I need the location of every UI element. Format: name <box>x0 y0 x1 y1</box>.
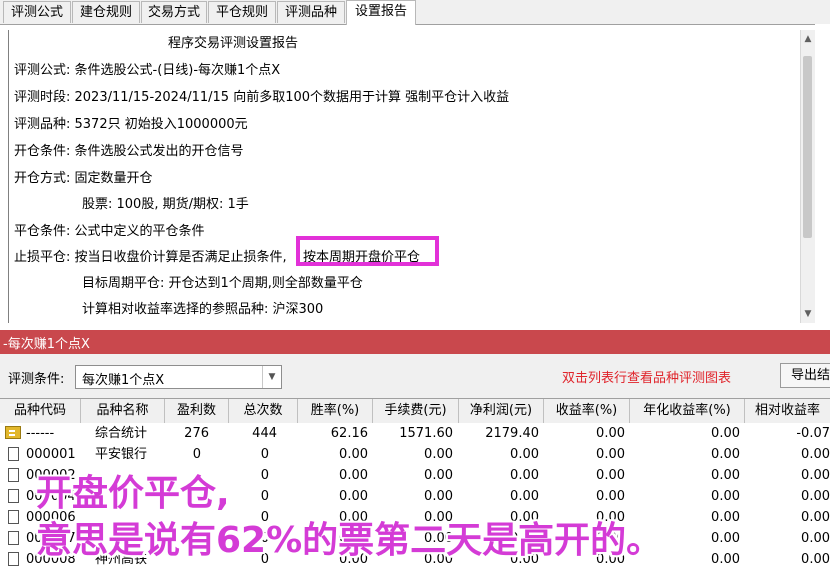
col-return[interactable]: 收益率(%) <box>544 399 630 423</box>
report-textarea[interactable]: 程序交易评测设置报告 评测公式: 条件选股公式-(日线)-每次赚1个点X 评测时… <box>8 30 801 323</box>
report-title: 程序交易评测设置报告 <box>168 36 299 51</box>
tab-trade-mode[interactable]: 交易方式 <box>141 1 207 23</box>
annotation-line-1: 开盘价平仓, <box>36 473 230 514</box>
results-panel-title-bar: -每次赚1个点X <box>0 330 830 354</box>
document-icon <box>8 552 19 566</box>
scroll-down-icon[interactable]: ▼ <box>801 307 815 321</box>
report-open-condition: 开仓条件: 条件选股公式发出的开仓信号 <box>14 144 244 159</box>
export-button[interactable]: 导出结 <box>780 363 830 388</box>
cell-win-rate: 0.00 <box>339 447 368 462</box>
cell-return: 0.00 <box>596 447 625 462</box>
double-click-hint: 双击列表行查看品种评测图表 <box>562 371 732 386</box>
condition-row: 评测条件: 每次赚1个点X ▼ 双击列表行查看品种评测图表 导出结 <box>0 354 830 398</box>
cell-return: 0.00 <box>596 468 625 483</box>
col-fee[interactable]: 手续费(元) <box>373 399 459 423</box>
cell-annual-return: 0.00 <box>711 468 740 483</box>
cell-win-rate: 0.00 <box>339 489 368 504</box>
tab-varieties[interactable]: 评测品种 <box>277 1 345 23</box>
results-table-header: 品种代码 品种名称 盈利数 总次数 胜率(%) 手续费(元) 净利润(元) 收益… <box>0 398 830 424</box>
condition-label: 评测条件: <box>8 372 65 387</box>
cell-relative-return: 0.00 <box>801 510 830 525</box>
cell-return: 0.00 <box>596 426 625 441</box>
document-icon <box>8 489 19 503</box>
document-icon <box>8 468 19 482</box>
report-varieties: 评测品种: 5372只 初始投入1000000元 <box>14 117 248 132</box>
cell-total: 0 <box>260 447 269 462</box>
cell-name: 综合统计 <box>95 426 148 441</box>
cell-total: 0 <box>260 468 269 483</box>
scroll-up-icon[interactable]: ▲ <box>801 32 815 46</box>
cell-fee: 0.00 <box>424 489 453 504</box>
document-icon <box>8 510 19 524</box>
table-row[interactable]: ------ 综合统计 276 444 62.16 1571.60 2179.4… <box>0 423 830 444</box>
report-close-condition: 平仓条件: 公式中定义的平仓条件 <box>14 224 205 239</box>
tab-bar: 评测公式 建仓规则 交易方式 平仓规则 评测品种 设置报告 <box>0 0 830 25</box>
col-total[interactable]: 总次数 <box>229 399 298 423</box>
condition-select[interactable]: 每次赚1个点X ▼ <box>75 365 282 389</box>
summary-icon <box>5 426 21 439</box>
results-panel-title: -每次赚1个点X <box>3 337 90 352</box>
report-open-mode: 开仓方式: 固定数量开仓 <box>14 171 153 186</box>
col-wins[interactable]: 盈利数 <box>165 399 229 423</box>
cell-annual-return: 0.00 <box>711 426 740 441</box>
col-code[interactable]: 品种代码 <box>0 399 81 423</box>
col-net-profit[interactable]: 净利润(元) <box>459 399 544 423</box>
tab-report[interactable]: 设置报告 <box>346 0 416 25</box>
cell-relative-return: 0.00 <box>801 447 830 462</box>
cell-code: 000001 <box>26 447 76 462</box>
cell-net-profit: 0.00 <box>510 489 539 504</box>
report-benchmark: 计算相对收益率选择的参照品种: 沪深300 <box>82 302 324 317</box>
report-stop-loss: 止损平仓: 按当日收盘价计算是否满足止损条件, <box>14 250 287 265</box>
tab-open-rule[interactable]: 建仓规则 <box>72 1 140 23</box>
scroll-thumb[interactable] <box>803 56 812 238</box>
tab-formula[interactable]: 评测公式 <box>3 1 71 23</box>
cell-return: 0.00 <box>596 489 625 504</box>
cell-annual-return: 0.00 <box>711 489 740 504</box>
col-annual-return[interactable]: 年化收益率(%) <box>630 399 745 423</box>
cell-relative-return: 0.00 <box>801 489 830 504</box>
cell-fee: 0.00 <box>424 468 453 483</box>
cell-net-profit: 2179.40 <box>485 426 539 441</box>
report-target-close: 目标周期平仓: 开仓达到1个周期,则全部数量平仓 <box>82 276 363 291</box>
table-row[interactable]: 000001 平安银行 0 0 0.00 0.00 0.00 0.00 0.00… <box>0 444 830 465</box>
cell-relative-return: 0.00 <box>801 468 830 483</box>
report-formula: 评测公式: 条件选股公式-(日线)-每次赚1个点X <box>14 63 281 78</box>
chevron-down-icon[interactable]: ▼ <box>262 366 281 388</box>
cell-fee: 0.00 <box>424 447 453 462</box>
cell-relative-return: -0.07 <box>796 426 830 441</box>
cell-relative-return: 0.00 <box>801 552 830 567</box>
cell-code: ------ <box>26 426 55 441</box>
document-icon <box>8 531 19 545</box>
cell-win-rate: 62.16 <box>330 426 368 441</box>
cell-total: 444 <box>252 426 277 441</box>
highlight-box <box>296 236 439 266</box>
col-win-rate[interactable]: 胜率(%) <box>298 399 373 423</box>
cell-annual-return: 0.00 <box>711 447 740 462</box>
cell-net-profit: 0.00 <box>510 468 539 483</box>
cell-name: 平安银行 <box>95 447 148 462</box>
cell-win-rate: 0.00 <box>339 468 368 483</box>
condition-select-value: 每次赚1个点X <box>82 373 165 388</box>
document-icon <box>8 447 19 461</box>
report-open-quantity: 股票: 100股, 期货/期权: 1手 <box>82 197 249 212</box>
cell-relative-return: 0.00 <box>801 531 830 546</box>
report-period: 评测时段: 2023/11/15-2024/11/15 向前多取100个数据用于… <box>14 90 510 105</box>
col-relative-return[interactable]: 相对收益率 <box>745 399 830 423</box>
right-strip <box>815 24 830 330</box>
cell-net-profit: 0.00 <box>510 447 539 462</box>
cell-fee: 1571.60 <box>399 426 453 441</box>
cell-wins: 0 <box>192 447 201 462</box>
col-name[interactable]: 品种名称 <box>81 399 165 423</box>
tab-close-rule[interactable]: 平仓规则 <box>208 1 276 23</box>
annotation-line-2: 意思是说有62%的票第二天是高开的。 <box>36 520 663 561</box>
cell-wins: 276 <box>184 426 209 441</box>
report-scrollbar[interactable]: ▲ ▼ <box>800 30 815 323</box>
cell-total: 0 <box>260 489 269 504</box>
